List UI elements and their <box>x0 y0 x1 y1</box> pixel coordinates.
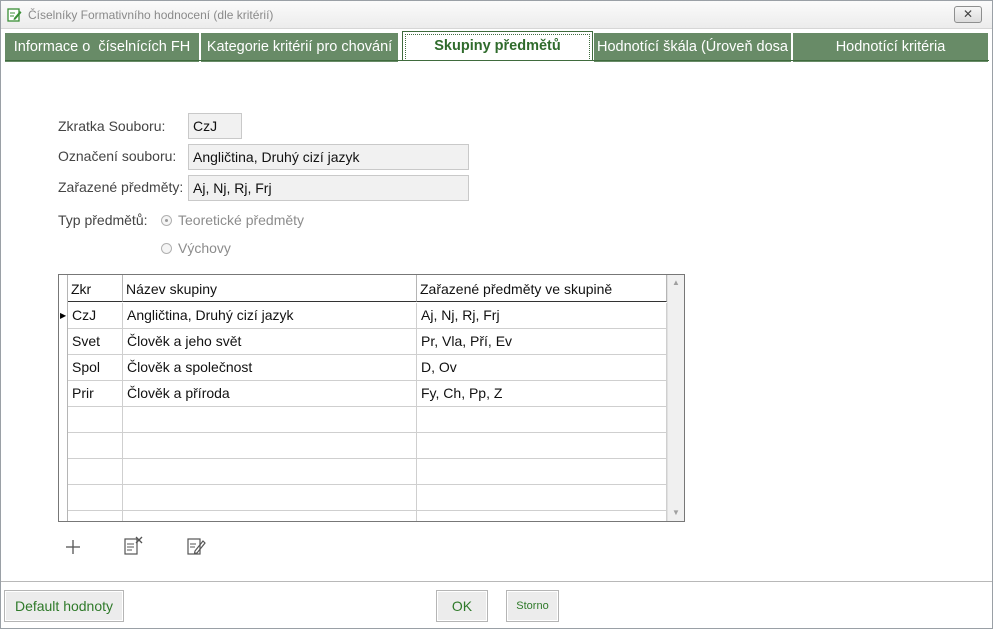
empty-cell[interactable] <box>417 407 667 433</box>
empty-cell[interactable] <box>417 511 667 521</box>
name-label: Označení souboru: <box>58 148 177 164</box>
abbr-label: Zkratka Souboru: <box>58 118 166 134</box>
empty-cell[interactable] <box>68 485 123 511</box>
empty-cell[interactable] <box>68 511 123 521</box>
column-header-predmety[interactable]: Zařazené předměty ve skupině <box>417 275 667 302</box>
empty-cell[interactable] <box>417 459 667 485</box>
table-cell[interactable]: Prir <box>68 381 123 407</box>
column-header-nazev[interactable]: Název skupiny <box>123 275 417 302</box>
table-cell[interactable]: CzJ <box>68 303 123 329</box>
radio-dot-selected <box>161 215 172 226</box>
empty-cell[interactable] <box>417 433 667 459</box>
empty-cell[interactable] <box>123 485 417 511</box>
empty-cell[interactable] <box>123 511 417 521</box>
radio-label: Teoretické předměty <box>178 212 305 228</box>
window-title: Číselníky Formativního hodnocení (dle kr… <box>28 8 274 22</box>
radio-label: Výchovy <box>178 240 231 256</box>
radio-dot <box>161 243 172 254</box>
vertical-scrollbar[interactable]: ▲ ▼ <box>667 275 684 521</box>
empty-cell[interactable] <box>68 407 123 433</box>
tab-strip: Informace o číselnících FH Kategorie kri… <box>5 31 989 62</box>
empty-cell[interactable] <box>123 433 417 459</box>
table-cell[interactable]: Pr, Vla, Pří, Ev <box>417 329 667 355</box>
table-cell[interactable]: Člověk a jeho svět <box>123 329 417 355</box>
table-cell[interactable]: Člověk a společnost <box>123 355 417 381</box>
table-cell[interactable]: Aj, Nj, Rj, Frj <box>417 303 667 329</box>
cancel-button[interactable]: Storno <box>506 590 559 622</box>
table-cell[interactable]: Fy, Ch, Pp, Z <box>417 381 667 407</box>
subjects-label: Zařazené předměty: <box>58 179 184 195</box>
table-cell[interactable]: D, Ov <box>417 355 667 381</box>
scroll-down-arrow-icon[interactable]: ▼ <box>668 505 684 521</box>
delete-record-icon[interactable] <box>122 535 144 557</box>
tab-label: Skupiny předmětů <box>434 38 561 54</box>
tab-label: Hodnotící kritéria <box>835 39 946 55</box>
tab-underline <box>5 60 989 61</box>
groups-table: Zkr Název skupiny Zařazené předměty ve s… <box>58 274 685 522</box>
add-icon[interactable] <box>62 536 84 558</box>
empty-cell[interactable] <box>68 459 123 485</box>
empty-cell[interactable] <box>417 485 667 511</box>
table-cell[interactable]: Spol <box>68 355 123 381</box>
radio-teoreticke[interactable]: Teoretické předměty <box>161 212 304 228</box>
subjects-field[interactable]: Aj, Nj, Rj, Frj <box>188 175 469 201</box>
table-cell[interactable]: Člověk a příroda <box>123 381 417 407</box>
abbr-field[interactable]: CzJ <box>188 113 242 139</box>
empty-cell[interactable] <box>123 407 417 433</box>
name-field[interactable]: Angličtina, Druhý cizí jazyk <box>188 144 469 170</box>
tab-hodnotici-kriteria[interactable]: Hodnotící kritéria <box>793 33 989 62</box>
close-button[interactable]: ✕ <box>954 6 982 23</box>
tab-label: Kategorie kritérií pro chování <box>206 39 393 55</box>
type-label: Typ předmětů: <box>58 212 148 228</box>
tab-kategorie[interactable]: Kategorie kritérií pro chování <box>201 33 399 62</box>
tab-label: Hodnotící škála (Úroveň dosa <box>596 39 788 55</box>
default-values-button[interactable]: Default hodnoty <box>4 590 124 622</box>
scroll-up-arrow-icon[interactable]: ▲ <box>668 275 684 291</box>
tab-label: Informace o číselnících FH <box>13 39 191 55</box>
radio-vychovy[interactable]: Výchovy <box>161 240 231 256</box>
empty-cell[interactable] <box>123 459 417 485</box>
table-cell[interactable]: Angličtina, Druhý cizí jazyk <box>123 303 417 329</box>
footer-divider <box>1 581 992 582</box>
edit-record-icon[interactable] <box>185 535 207 557</box>
tab-hodnotici-skala[interactable]: Hodnotící škála (Úroveň dosa <box>594 33 792 62</box>
tab-informace[interactable]: Informace o číselnících FH <box>5 33 200 62</box>
title-bar: Číselníky Formativního hodnocení (dle kr… <box>1 1 992 29</box>
ok-button[interactable]: OK <box>436 590 488 622</box>
table-cell[interactable]: Svet <box>68 329 123 355</box>
edit-form-icon <box>7 8 22 22</box>
empty-cell[interactable] <box>68 433 123 459</box>
column-header-zkr[interactable]: Zkr <box>68 275 123 302</box>
tab-skupiny-predmetu[interactable]: Skupiny předmětů <box>402 31 593 61</box>
current-row-marker: ▶ <box>60 311 67 320</box>
dialog-window: Číselníky Formativního hodnocení (dle kr… <box>0 0 993 629</box>
